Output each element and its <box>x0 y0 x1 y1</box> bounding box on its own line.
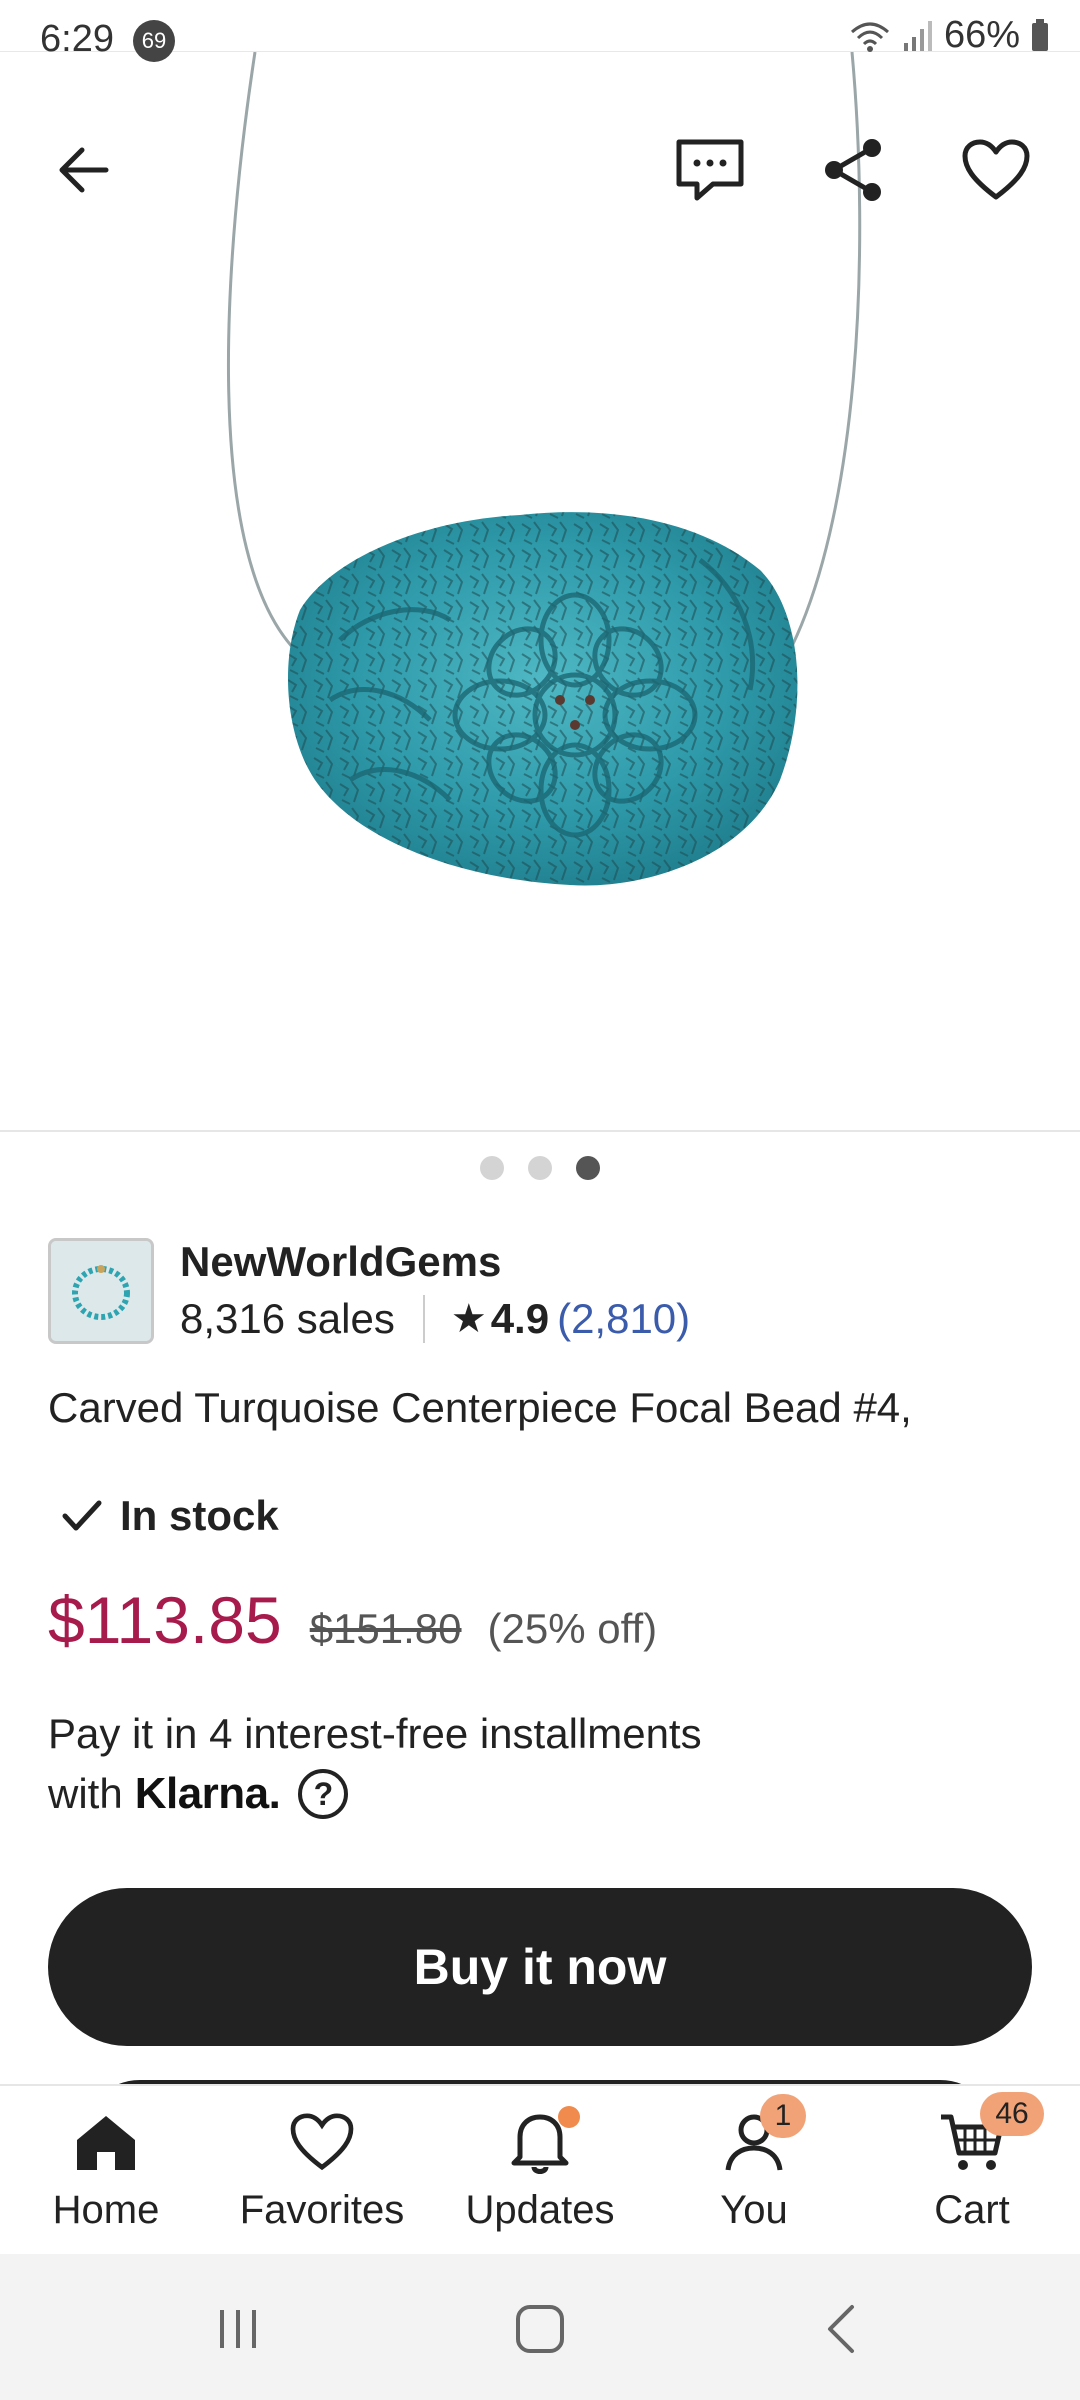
cart-icon: 46 <box>932 2092 1044 2182</box>
message-icon <box>676 139 744 201</box>
nav-label: Cart <box>934 2188 1010 2232</box>
nav-you[interactable]: 1 You <box>654 2094 854 2233</box>
home-square-icon <box>516 2305 564 2353</box>
share-icon <box>825 139 881 201</box>
klarna-text-line2: with Klarna. ? <box>48 1764 702 1824</box>
favorite-button[interactable] <box>956 130 1036 210</box>
nav-home[interactable]: Home <box>6 2102 206 2233</box>
image-carousel-indicator <box>0 1156 1080 1180</box>
system-back-button[interactable] <box>802 2294 882 2364</box>
heart-icon <box>962 139 1030 200</box>
heart-icon <box>282 2102 362 2182</box>
stock-status: In stock <box>62 1492 279 1540</box>
notification-count-badge: 69 <box>133 20 175 62</box>
nav-label: You <box>720 2188 788 2232</box>
status-bar: 6:29 69 66% <box>0 0 1080 62</box>
star-icon: ★ <box>450 1297 487 1341</box>
bottom-navigation: Home Favorites Updates 1 You 46 Cart <box>0 2084 1080 2254</box>
product-image[interactable] <box>0 0 1080 1132</box>
discount-label: (25% off) <box>487 1605 658 1652</box>
stock-label: In stock <box>120 1492 279 1539</box>
home-icon <box>66 2102 146 2182</box>
checkmark-icon <box>62 1500 102 1531</box>
shop-avatar[interactable] <box>48 1238 154 1344</box>
carousel-dot[interactable] <box>528 1156 552 1180</box>
klarna-text-line1: Pay it in 4 interest-free installments <box>48 1710 702 1757</box>
shop-reviews-link[interactable]: (2,810) <box>557 1295 690 1343</box>
status-time: 6:29 <box>40 18 114 60</box>
updates-dot-badge <box>558 2106 580 2128</box>
arrow-left-icon <box>59 147 109 193</box>
buy-it-now-button[interactable]: Buy it now <box>48 1888 1032 2046</box>
klarna-prefix: with <box>48 1770 123 1817</box>
original-price: $151.80 <box>309 1605 462 1652</box>
turquoise-bead-image <box>226 51 862 886</box>
back-button[interactable] <box>44 130 124 210</box>
cart-count-badge: 46 <box>980 2092 1044 2136</box>
nav-label: Home <box>52 2188 160 2232</box>
person-icon: 1 <box>714 2094 806 2182</box>
nav-cart[interactable]: 46 Cart <box>872 2092 1072 2233</box>
status-indicators: 66% <box>848 14 1050 57</box>
shop-name[interactable]: NewWorldGems <box>180 1238 501 1286</box>
product-title: Carved Turquoise Centerpiece Focal Bead … <box>48 1384 912 1431</box>
help-icon[interactable]: ? <box>298 1769 349 1819</box>
system-navigation-bar <box>0 2254 1080 2400</box>
nav-label: Favorites <box>239 2188 405 2232</box>
chevron-left-icon <box>828 2305 854 2353</box>
sale-price: $113.85 <box>48 1583 282 1657</box>
home-system-button[interactable] <box>500 2294 580 2364</box>
signal-icon <box>903 20 932 51</box>
klarna-logo: Klarna. <box>134 1769 281 1818</box>
recent-apps-button[interactable] <box>198 2294 278 2364</box>
nav-updates[interactable]: Updates <box>440 2102 640 2233</box>
share-button[interactable] <box>814 130 894 210</box>
shop-info[interactable]: NewWorldGems 8,316 sales ★ 4.9 (2,810) <box>48 1238 1038 1344</box>
klarna-installments: Pay it in 4 interest-free installments w… <box>48 1704 702 1824</box>
nav-label: Updates <box>465 2188 615 2232</box>
wifi-icon <box>850 22 889 52</box>
battery-percent: 66% <box>943 14 1020 56</box>
carousel-dot-active[interactable] <box>576 1156 600 1180</box>
shop-stats: 8,316 sales ★ 4.9 (2,810) <box>180 1295 690 1343</box>
message-seller-button[interactable] <box>670 130 750 210</box>
divider <box>422 1295 425 1343</box>
battery-icon <box>1032 18 1048 51</box>
bell-icon <box>500 2102 580 2182</box>
shop-avatar-image <box>51 1241 151 1341</box>
shop-sales: 8,316 sales <box>180 1295 395 1342</box>
price-row: $113.85 $151.80 (25% off) <box>48 1582 657 1658</box>
carousel-dot[interactable] <box>480 1156 504 1180</box>
nav-favorites[interactable]: Favorites <box>222 2102 422 2233</box>
shop-rating: 4.9 <box>490 1295 550 1342</box>
you-badge: 1 <box>760 2094 806 2138</box>
recent-apps-icon <box>220 2310 256 2348</box>
